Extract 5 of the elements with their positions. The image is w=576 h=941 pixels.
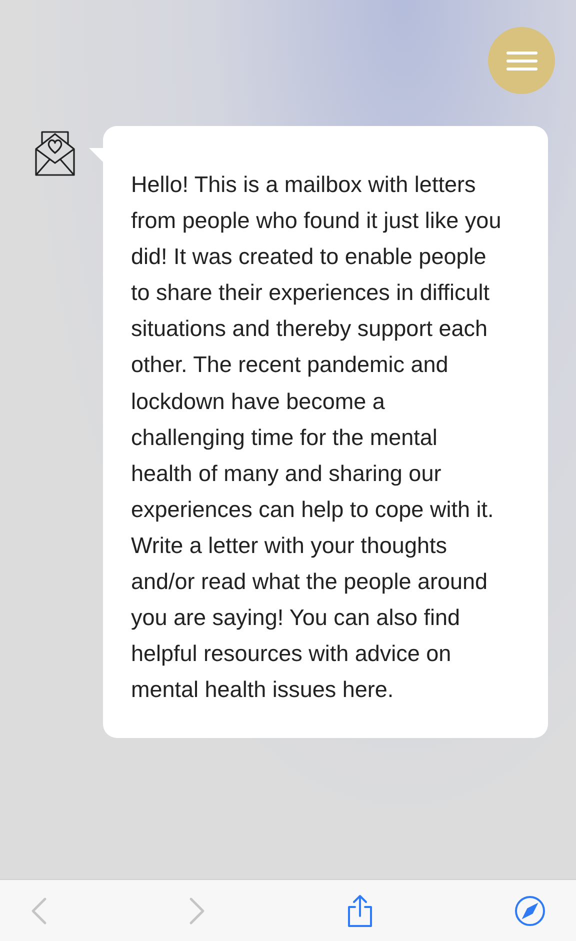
envelope-heart-icon (35, 130, 75, 176)
menu-icon (506, 50, 538, 70)
compass-icon[interactable] (514, 894, 546, 926)
share-icon[interactable] (346, 894, 374, 928)
message-text: Hello! This is a mailbox with letters from people who found it just like you did! It was created to enable people to share their experiences in difficult situations and thereby support each other. The recent pandemic and lockdown have become a challenging time for the mental health of many and sharing our experiences can help to cope with it. Write a letter with your thoughts and/or read what the people around you are saying! You can also find helpful resources with advice on mental health issues here. (131, 171, 502, 704)
